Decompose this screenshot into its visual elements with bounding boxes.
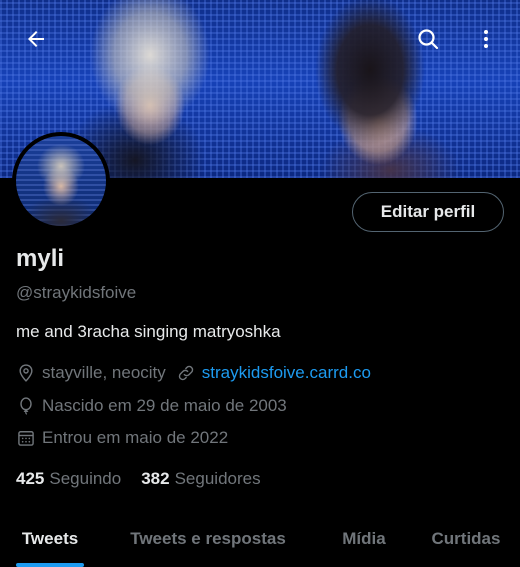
joined: Entrou em maio de 2022: [16, 428, 228, 448]
follow-stats: 425 Seguindo 382 Seguidores: [16, 469, 281, 489]
website[interactable]: straykidsfoive.carrd.co: [176, 363, 371, 383]
arrow-left-icon: [28, 31, 44, 47]
more-button[interactable]: [468, 21, 504, 57]
followers-count: 382: [141, 469, 170, 488]
location-pin-icon: [19, 364, 33, 382]
profile-meta-birthday-row: Nascido em 29 de maio de 2003: [16, 396, 297, 416]
tab-media-label: Mídia: [342, 528, 386, 548]
followers-label: Seguidores: [174, 469, 261, 488]
bio: me and 3racha singing matryoshka: [16, 322, 281, 341]
user-handle: @straykidsfoive: [16, 283, 137, 302]
tab-tweets[interactable]: Tweets: [0, 510, 100, 567]
tab-tweets-and-replies-label: Tweets e respostas: [130, 528, 286, 548]
back-button[interactable]: [18, 21, 54, 57]
following-count: 425: [16, 469, 45, 488]
link-icon: [178, 365, 193, 381]
profile-meta-location-row: stayville, neocity straykidsfoive.carrd.…: [16, 363, 381, 383]
birthday: Nascido em 29 de maio de 2003: [16, 396, 287, 416]
followers-link[interactable]: 382 Seguidores: [141, 469, 260, 489]
tab-likes[interactable]: Curtidas: [412, 510, 520, 567]
profile-meta-joined-row: Entrou em maio de 2022: [16, 428, 238, 448]
joined-text: Entrou em maio de 2022: [42, 428, 229, 447]
calendar-icon: [18, 431, 34, 446]
profile-tabs: Tweets Tweets e respostas Mídia Curtidas: [0, 510, 520, 567]
tab-media[interactable]: Mídia: [316, 510, 412, 567]
location-text: stayville, neocity: [42, 363, 166, 382]
tab-tweets-label: Tweets: [21, 528, 79, 548]
search-button[interactable]: [410, 21, 446, 57]
following-label: Seguindo: [49, 469, 122, 488]
display-name: myli: [16, 245, 65, 272]
tab-likes-label: Curtidas: [431, 528, 501, 548]
tab-tweets-and-replies[interactable]: Tweets e respostas: [100, 510, 316, 567]
active-tab-indicator: [16, 563, 84, 567]
avatar[interactable]: [12, 132, 110, 230]
birthday-text: Nascido em 29 de maio de 2003: [42, 396, 287, 415]
search-icon: [418, 29, 439, 50]
edit-profile-button[interactable]: Editar perfil: [352, 192, 504, 232]
balloon-icon: [20, 397, 32, 415]
location: stayville, neocity: [16, 363, 166, 383]
website-link[interactable]: straykidsfoive.carrd.co: [202, 363, 371, 383]
more-vertical-icon: [484, 30, 488, 48]
following-link[interactable]: 425 Seguindo: [16, 469, 121, 489]
